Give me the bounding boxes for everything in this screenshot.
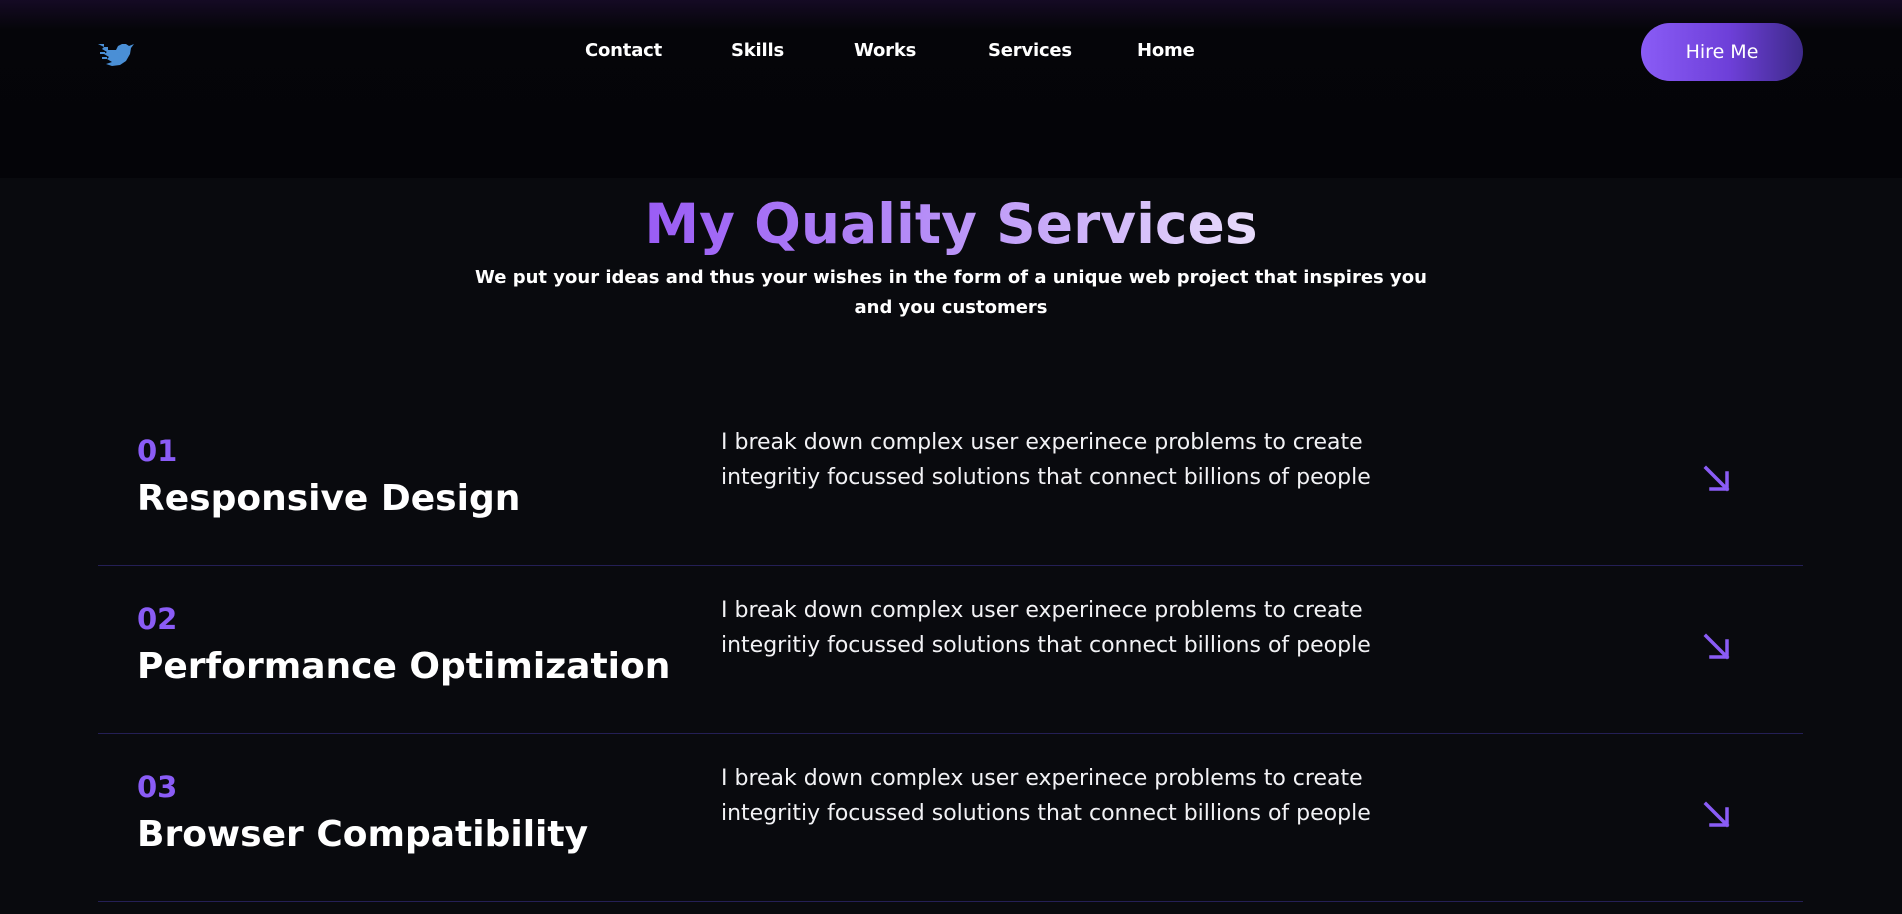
service-row-responsive-design[interactable]: 01 Responsive Design I break down comple… <box>98 397 1803 566</box>
arrow-down-right-icon[interactable] <box>1700 798 1734 832</box>
service-row-browser-compatibility[interactable]: 03 Browser Compatibility I break down co… <box>98 733 1803 902</box>
service-description: I break down complex user experinece pro… <box>721 598 1371 658</box>
service-description: I break down complex user experinece pro… <box>721 766 1371 826</box>
service-row-performance-optimization[interactable]: 02 Performance Optimization I break down… <box>98 565 1803 734</box>
main-nav: Contact Skills Works Services Home <box>0 40 1902 64</box>
services-subtitle: We put your ideas and thus your wishes i… <box>475 267 1427 318</box>
nav-home[interactable]: Home <box>1137 40 1195 61</box>
service-number: 03 <box>137 770 178 804</box>
arrow-down-right-icon[interactable] <box>1700 630 1734 664</box>
service-number: 02 <box>137 602 178 636</box>
arrow-down-right-icon[interactable] <box>1700 462 1734 496</box>
nav-contact[interactable]: Contact <box>585 40 662 61</box>
site-header: Contact Skills Works Services Home Hire … <box>0 0 1902 178</box>
service-title: Performance Optimization <box>137 646 671 687</box>
hire-me-button[interactable]: Hire Me <box>1641 23 1803 81</box>
nav-skills[interactable]: Skills <box>731 40 784 61</box>
nav-services[interactable]: Services <box>988 40 1072 61</box>
service-title: Browser Compatibility <box>137 814 589 855</box>
services-title: My Quality Services <box>644 192 1258 256</box>
service-number: 01 <box>137 434 178 468</box>
service-title: Responsive Design <box>137 478 521 519</box>
nav-works[interactable]: Works <box>854 40 916 61</box>
service-description: I break down complex user experinece pro… <box>721 430 1371 490</box>
